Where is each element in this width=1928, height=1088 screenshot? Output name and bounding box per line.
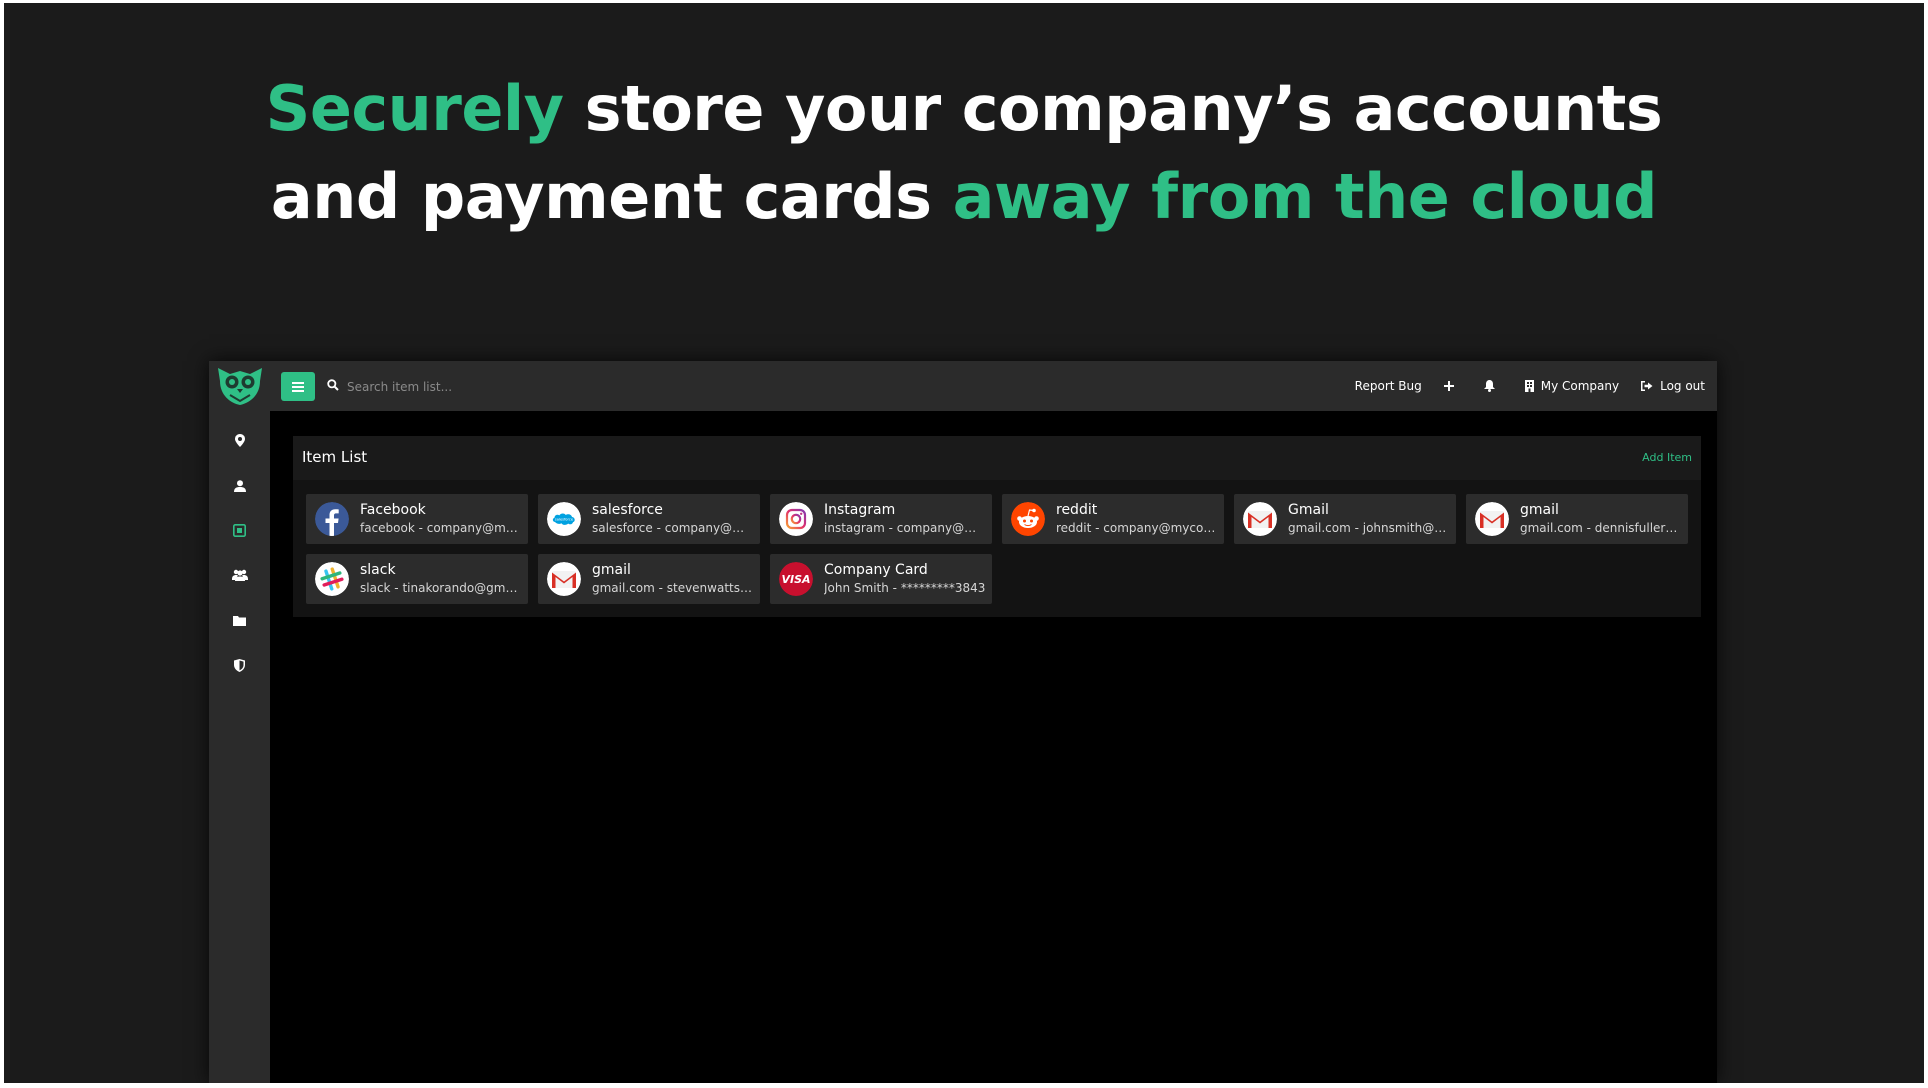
sidebar-item-security[interactable] [209, 648, 270, 682]
gmail-icon [547, 562, 581, 596]
app-window: Report Bug My Company Log out [209, 361, 1717, 1083]
map-pin-icon [234, 433, 245, 447]
add-item-button[interactable]: Add Item [1642, 451, 1692, 464]
gmail-icon [1243, 502, 1277, 536]
sidebar-item-locations[interactable] [209, 423, 270, 457]
sidebar [209, 361, 270, 1083]
sidebar-item-folders[interactable] [209, 603, 270, 637]
item-card[interactable]: gmail gmail.com - stevenwatts@gmail.com [538, 554, 760, 604]
item-name: reddit [1056, 502, 1098, 518]
item-name: salesforce [592, 502, 663, 518]
bell-icon [1483, 380, 1495, 392]
vault-icon [233, 523, 246, 537]
panel-header: Item List Add Item [293, 436, 1701, 480]
salesforce-icon: salesforce [547, 502, 581, 536]
item-name: slack [360, 562, 396, 578]
item-subtitle: instagram - company@mycompany.com [824, 521, 986, 535]
item-subtitle: John Smith - *********3843 [824, 581, 986, 595]
company-menu[interactable]: My Company [1524, 379, 1620, 393]
item-subtitle: slack - tinakorando@gmail.com [360, 581, 522, 595]
item-subtitle: reddit - company@mycompany.com [1056, 521, 1218, 535]
item-subtitle: gmail.com - johnsmith@gmail.com [1288, 521, 1450, 535]
owl-logo-icon[interactable] [209, 361, 270, 411]
top-bar: Report Bug My Company Log out [270, 361, 1717, 411]
visa-icon: VISA [779, 562, 813, 596]
item-card[interactable]: gmail gmail.com - dennisfuller@gmail.com [1466, 494, 1688, 544]
item-card[interactable]: VISA Company Card John Smith - *********… [770, 554, 992, 604]
search-input[interactable] [345, 374, 949, 400]
add-button[interactable] [1443, 381, 1454, 391]
item-name: Gmail [1288, 502, 1329, 518]
panel-title: Item List [302, 448, 368, 466]
sidebar-item-teams[interactable] [209, 558, 270, 592]
item-card[interactable]: reddit reddit - company@mycompany.com [1002, 494, 1224, 544]
item-name: gmail [592, 562, 631, 578]
item-list-panel: Item List Add Item Facebook facebook - c… [293, 436, 1701, 617]
facebook-icon [315, 502, 349, 536]
headline-accent-1: Securely [265, 72, 564, 145]
company-label: My Company [1540, 379, 1620, 393]
headline-text-1: store your company’s accounts [563, 72, 1663, 145]
item-name: Instagram [824, 502, 896, 518]
item-card[interactable]: salesforce salesforce salesforce - compa… [538, 494, 760, 544]
item-name: Company Card [824, 562, 928, 578]
user-icon [233, 480, 246, 492]
gmail-icon [1475, 502, 1509, 536]
svg-text:salesforce: salesforce [555, 518, 574, 522]
hamburger-icon [292, 381, 304, 392]
item-card[interactable]: Facebook facebook - company@mycompany.co… [306, 494, 528, 544]
headline-line-1: Securely store your company’s accounts [4, 65, 1924, 153]
headline-line-2: and payment cards away from the cloud [4, 153, 1924, 241]
report-bug-link[interactable]: Report Bug [1355, 379, 1422, 393]
sidebar-item-vault[interactable] [209, 513, 270, 547]
item-card[interactable]: Gmail gmail.com - johnsmith@gmail.com [1234, 494, 1456, 544]
item-subtitle: gmail.com - stevenwatts@gmail.com [592, 581, 754, 595]
shield-icon [234, 658, 245, 672]
sign-out-icon [1641, 381, 1653, 391]
sidebar-item-profile[interactable] [209, 469, 270, 503]
menu-toggle-button[interactable] [281, 372, 315, 401]
folder-icon [233, 615, 246, 626]
svg-text:VISA: VISA [781, 573, 810, 586]
headline-accent-2: away from the cloud [952, 160, 1658, 233]
item-subtitle: gmail.com - dennisfuller@gmail.com [1520, 521, 1682, 535]
report-bug-label: Report Bug [1354, 379, 1422, 393]
logout-button[interactable]: Log out [1641, 379, 1705, 393]
search-icon [327, 379, 339, 391]
building-icon [1524, 380, 1534, 392]
logout-label: Log out [1660, 379, 1705, 393]
users-icon [231, 569, 248, 581]
item-card[interactable]: Instagram instagram - company@mycompany.… [770, 494, 992, 544]
instagram-icon [779, 502, 813, 536]
notifications-button[interactable] [1483, 380, 1495, 392]
promo-frame: Securely store your company’s accounts a… [4, 3, 1924, 1083]
item-name: Facebook [360, 502, 426, 518]
item-name: gmail [1520, 502, 1559, 518]
headline: Securely store your company’s accounts a… [4, 65, 1924, 241]
slack-icon [315, 562, 349, 596]
item-subtitle: salesforce - company@mycompany.com [592, 521, 754, 535]
plus-icon [1443, 381, 1454, 391]
item-subtitle: facebook - company@mycompany.com [360, 521, 522, 535]
reddit-icon [1011, 502, 1045, 536]
headline-text-2: and payment cards [270, 160, 953, 233]
top-bar-actions: Report Bug My Company Log out [1333, 361, 1705, 411]
item-card[interactable]: slack slack - tinakorando@gmail.com [306, 554, 528, 604]
